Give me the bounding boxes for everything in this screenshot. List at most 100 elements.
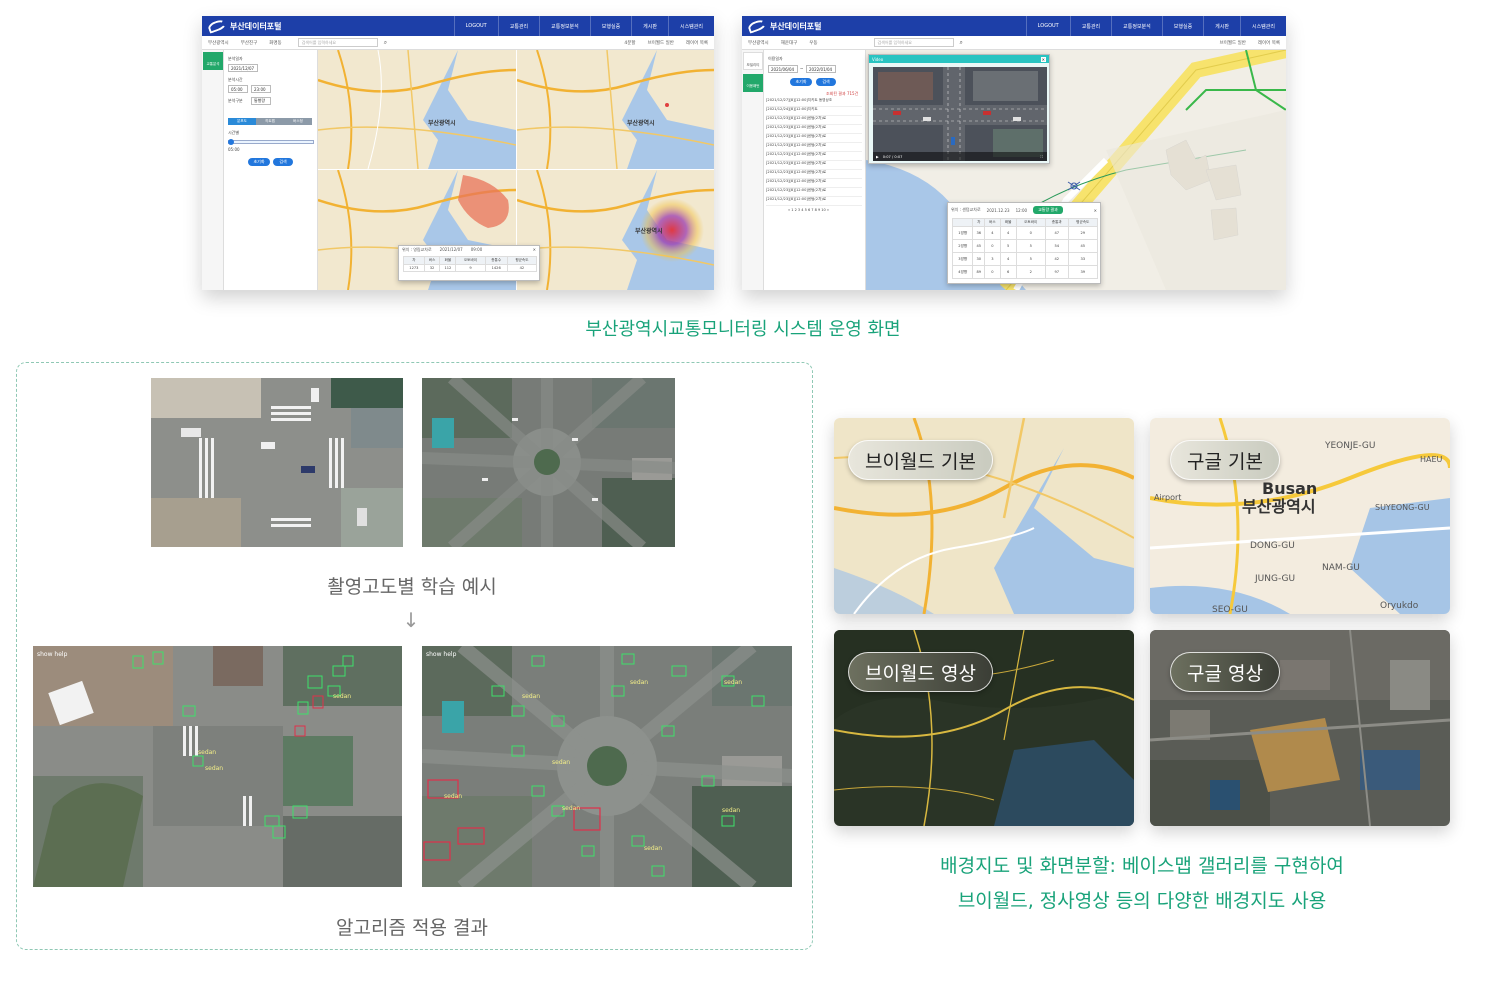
map-text-jung: JUNG-GU: [1254, 574, 1295, 584]
map-text-nam: NAM-GU: [1322, 563, 1360, 573]
menu-walk-test[interactable]: 보행실증: [589, 16, 631, 36]
popup-table: 차 버스 화물 오토바이 총통과 평균속도 1방향 36 4 4 0 47 29…: [951, 218, 1099, 279]
detection-label: sedan: [522, 693, 540, 700]
detection-label: sedan: [444, 793, 462, 800]
video-player[interactable]: Video ✕ ▶ 0:07 / 0:07 ⛶: [868, 54, 1050, 164]
map-roads: [517, 50, 714, 169]
menu-traffic-analysis[interactable]: 교통정보분석: [1111, 16, 1162, 36]
basemap-select[interactable]: 브이월드 일반: [642, 40, 680, 46]
map-view-4[interactable]: 부산광역시: [517, 170, 714, 290]
layer-list-button[interactable]: 레이어 목록: [680, 40, 714, 46]
close-icon[interactable]: ✕: [533, 247, 536, 253]
list-item[interactable]: [2021/12/23][8][12:00]센텀(2차)로: [766, 116, 862, 125]
list-item[interactable]: [2021/12/24][8][12:00]지키트: [766, 107, 862, 116]
list-item[interactable]: [2021/12/23][8][12:00]센텀(2차)로: [766, 134, 862, 143]
search-icon[interactable]: ⌕: [378, 39, 393, 47]
menu-system[interactable]: 시스템관리: [667, 16, 714, 36]
segment-bus[interactable]: 버스정: [284, 118, 312, 125]
date-from-input[interactable]: 2021/06/04: [768, 65, 798, 73]
col-header: 버스: [984, 218, 1001, 227]
list-item[interactable]: [2021/12/27][8][12:00]지키트 동영상조: [766, 98, 862, 107]
menu-board[interactable]: 게시판: [1203, 16, 1240, 36]
help-hint: show help: [37, 651, 68, 658]
table-cell: 4: [984, 226, 1001, 240]
breadcrumb-dong[interactable]: 우동: [803, 40, 823, 46]
date-input[interactable]: 2021/12/07: [228, 64, 258, 72]
col-header: 버스: [423, 256, 441, 265]
search-button[interactable]: 검색: [273, 158, 293, 166]
split-view-button[interactable]: 4분할: [618, 40, 641, 46]
analysis-form-panel: 분석일자 2021/12/07 분석시간 05:00 23:00 분석구분 통행…: [224, 50, 318, 290]
list-item[interactable]: [2021/12/23][8][12:00]센텀(2차)로: [766, 188, 862, 197]
play-icon[interactable]: ▶: [876, 155, 879, 159]
breadcrumb-dong[interactable]: 화명동: [263, 40, 287, 46]
time-to-select[interactable]: 23:00: [251, 85, 271, 93]
time-slider-handle[interactable]: [228, 139, 234, 145]
rail-traffic-analysis[interactable]: 교통분석: [203, 52, 223, 70]
search-input[interactable]: 검색어를 입력하세요: [297, 38, 378, 47]
pagination[interactable]: « 1 2 3 4 5 6 7 8 9 10 »: [788, 208, 829, 212]
app-logo[interactable]: 부산데이터포털: [202, 18, 452, 34]
menu-board[interactable]: 게시판: [631, 16, 668, 36]
segment-heatmap[interactable]: 히트맵: [256, 118, 284, 125]
breadcrumb-district[interactable]: 부산진구: [235, 40, 264, 46]
menu-traffic-management[interactable]: 교통관리: [1069, 16, 1111, 36]
reset-button[interactable]: 초기화: [248, 158, 270, 166]
menu-logout[interactable]: LOGOUT: [453, 16, 498, 36]
basemap-label: 구글 영상: [1170, 652, 1280, 692]
list-item[interactable]: [2021/12/23][8][12:00]센텀(2차)로: [766, 197, 862, 206]
basemap-tile-google-satellite[interactable]: 구글 영상: [1150, 630, 1450, 826]
layer-list-button[interactable]: 레이어 목록: [1252, 40, 1286, 46]
fullscreen-icon[interactable]: ⛶: [1040, 155, 1043, 159]
map-view-2[interactable]: 부산광역시: [517, 50, 714, 169]
reset-button[interactable]: 초기화: [790, 78, 812, 86]
date-to-input[interactable]: 2022/01/04: [806, 65, 836, 73]
app-logo[interactable]: 부산데이터포털: [742, 18, 992, 34]
detection-result-intersection: sedan sedan sedan show help: [33, 646, 402, 887]
time-slider-track[interactable]: [228, 140, 314, 144]
type-select[interactable]: 통행량: [251, 97, 271, 105]
table-row: 1방향 36 4 4 0 47 29: [951, 226, 1099, 240]
breadcrumb-city[interactable]: 부산광역시: [742, 40, 775, 46]
close-icon[interactable]: ✕: [1094, 208, 1097, 213]
basemap-label: 브이월드 기본: [848, 440, 993, 480]
time-from-select[interactable]: 05:00: [228, 85, 248, 93]
detection-overlay: sedan sedan sedan show help: [33, 646, 402, 887]
col-header: 차: [972, 218, 985, 227]
breadcrumb-city[interactable]: 부산광역시: [202, 40, 235, 46]
search-button[interactable]: 검색: [816, 78, 836, 86]
list-item[interactable]: [2021/12/23][8][12:00]센텀(2차)로: [766, 161, 862, 170]
detection-label: sedan: [198, 749, 216, 756]
breadcrumb-district[interactable]: 해운대구: [775, 40, 804, 46]
basemap-tile-vworld-basic[interactable]: 브이월드 기본: [834, 418, 1134, 614]
segment-distribution[interactable]: 분포도: [228, 118, 256, 125]
list-item[interactable]: [2021/12/23][8][12:00]센텀(2차)로: [766, 143, 862, 152]
video-frame[interactable]: ▶ 0:07 / 0:07 ⛶: [873, 67, 1047, 161]
menu-traffic-analysis[interactable]: 교통정보분석: [539, 16, 590, 36]
close-icon[interactable]: ✕: [1040, 56, 1046, 62]
table-cell: 45: [972, 239, 985, 253]
detection-label: sedan: [205, 765, 223, 772]
list-item[interactable]: [2021/12/23][8][12:00]센텀(2차)로: [766, 170, 862, 179]
rail-usage-pattern[interactable]: 이용패턴: [743, 74, 763, 92]
menu-walk-test[interactable]: 보행실증: [1161, 16, 1203, 36]
list-item[interactable]: [2021/12/23][8][12:00]센텀(2차)로: [766, 125, 862, 134]
list-item[interactable]: [2021/12/23][4][12:00]센텀(2차)로: [766, 152, 862, 161]
map-view-1[interactable]: 부산광역시: [318, 50, 516, 169]
table-cell: 0: [984, 239, 1001, 253]
basemap-tile-google-basic[interactable]: YEONJE-GU Busan 부산광역시 SUYEONG-GU HAEU DO…: [1150, 418, 1450, 614]
list-item[interactable]: [2021/12/23][8][12:00]센텀(2차)로: [766, 179, 862, 188]
menu-logout[interactable]: LOGOUT: [1025, 16, 1070, 36]
traffic-result-button[interactable]: 교통량 결과: [1033, 206, 1063, 214]
menu-traffic-management[interactable]: 교통관리: [497, 16, 539, 36]
search-icon[interactable]: ⌕: [954, 39, 969, 47]
basemap-tile-vworld-satellite[interactable]: 브이월드 영상: [834, 630, 1134, 826]
rail-mobility[interactable]: 모빌리티: [743, 52, 763, 70]
menu-system[interactable]: 시스템관리: [1239, 16, 1286, 36]
table-cell: 1273: [403, 264, 425, 272]
basemap-select[interactable]: 브이월드 일반: [1214, 40, 1252, 46]
record-list: [2021/12/27][8][12:00]지키트 동영상조 [2021/12/…: [766, 98, 862, 206]
search-input[interactable]: 검색어를 입력하세요: [873, 38, 954, 47]
popup-location: 위치 : 영림교차로: [402, 247, 432, 252]
sidebar-rail: 교통분석: [202, 50, 224, 290]
